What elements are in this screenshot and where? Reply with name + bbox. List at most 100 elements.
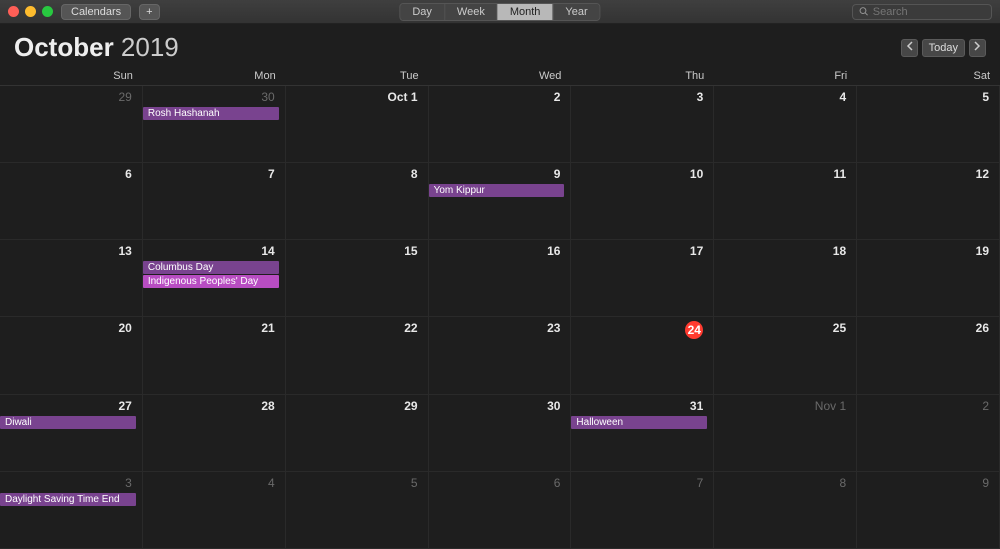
day-cell[interactable]: 25	[714, 317, 857, 394]
day-number: 17	[571, 244, 707, 258]
day-cell[interactable]: 30	[429, 395, 572, 472]
dow-thu: Thu	[571, 67, 714, 85]
day-cell[interactable]: 22	[286, 317, 429, 394]
day-number: 4	[143, 476, 279, 490]
day-cell[interactable]: 11	[714, 163, 857, 240]
calendars-button[interactable]: Calendars	[61, 4, 131, 20]
day-number: 16	[429, 244, 565, 258]
day-number: 3	[0, 476, 136, 490]
day-cell[interactable]: 30Rosh Hashanah	[143, 86, 286, 163]
view-week-button[interactable]: Week	[445, 4, 498, 20]
day-cell[interactable]: 31 Halloween	[571, 395, 714, 472]
day-cell[interactable]: 14 Columbus DayIndigenous Peoples' Day	[143, 240, 286, 317]
day-number: 9	[429, 167, 565, 181]
day-cell[interactable]: 2	[857, 395, 1000, 472]
day-cell[interactable]: 27Diwali	[0, 395, 143, 472]
day-number: 26	[857, 321, 993, 335]
day-cell[interactable]: 29	[0, 86, 143, 163]
add-event-button[interactable]: +	[139, 4, 159, 20]
calendar-event[interactable]: Diwali	[0, 416, 136, 429]
chevron-left-icon	[906, 41, 913, 51]
minimize-icon[interactable]	[25, 6, 36, 17]
day-cell[interactable]: 16	[429, 240, 572, 317]
day-cell[interactable]: 2	[429, 86, 572, 163]
day-cell[interactable]: 24	[571, 317, 714, 394]
day-number: 7	[571, 476, 707, 490]
day-cell[interactable]: 7	[571, 472, 714, 549]
day-cell[interactable]: 12	[857, 163, 1000, 240]
day-number: 14	[143, 244, 279, 258]
day-number: 6	[0, 167, 136, 181]
next-month-button[interactable]	[969, 39, 986, 57]
day-number: 4	[714, 90, 850, 104]
day-cell[interactable]: 6	[0, 163, 143, 240]
day-cell[interactable]: 3 Daylight Saving Time End	[0, 472, 143, 549]
month-nav: Today	[901, 39, 986, 57]
day-number: 8	[714, 476, 850, 490]
day-cell[interactable]: 6	[429, 472, 572, 549]
day-cell[interactable]: 18	[714, 240, 857, 317]
calendar-event[interactable]: Columbus Day	[143, 261, 279, 274]
day-number: Nov 1	[714, 399, 850, 413]
day-cell[interactable]: 4	[714, 86, 857, 163]
events-container: Columbus DayIndigenous Peoples' Day	[143, 261, 279, 288]
search-field[interactable]	[852, 4, 992, 20]
view-year-button[interactable]: Year	[553, 4, 599, 20]
day-cell[interactable]: 23	[429, 317, 572, 394]
page-title: October 2019	[14, 32, 179, 63]
day-cell[interactable]: 15	[286, 240, 429, 317]
events-container: Rosh Hashanah	[143, 107, 279, 120]
day-number: 12	[857, 167, 993, 181]
day-cell[interactable]: 10	[571, 163, 714, 240]
calendar-event[interactable]: Indigenous Peoples' Day	[143, 275, 279, 288]
day-cell[interactable]: 5	[857, 86, 1000, 163]
day-number: 29	[286, 399, 422, 413]
day-number: 6	[429, 476, 565, 490]
events-container: Diwali	[0, 416, 136, 429]
day-cell[interactable]: 19	[857, 240, 1000, 317]
chevron-right-icon	[974, 41, 981, 51]
day-cell[interactable]: Oct 1	[286, 86, 429, 163]
day-cell[interactable]: 5	[286, 472, 429, 549]
dow-mon: Mon	[143, 67, 286, 85]
calendar-event[interactable]: Halloween	[571, 416, 707, 429]
calendar-event[interactable]: Daylight Saving Time End	[0, 493, 136, 506]
calendar-event[interactable]: Rosh Hashanah	[143, 107, 279, 120]
day-cell[interactable]: 3	[571, 86, 714, 163]
today-button[interactable]: Today	[922, 39, 965, 57]
day-number: 19	[857, 244, 993, 258]
search-input[interactable]	[873, 6, 985, 18]
day-cell[interactable]: 13	[0, 240, 143, 317]
fullscreen-icon[interactable]	[42, 6, 53, 17]
day-cell[interactable]: 9	[857, 472, 1000, 549]
day-number: 25	[714, 321, 850, 335]
view-switcher: Day Week Month Year	[399, 3, 600, 21]
day-number: 28	[143, 399, 279, 413]
day-cell[interactable]: 20	[0, 317, 143, 394]
dow-sat: Sat	[857, 67, 1000, 85]
day-cell[interactable]: 9 Yom Kippur	[429, 163, 572, 240]
day-number: 29	[0, 90, 136, 104]
day-number: 31	[571, 399, 707, 413]
day-cell[interactable]: 7	[143, 163, 286, 240]
calendar-event[interactable]: Yom Kippur	[429, 184, 565, 197]
day-cell[interactable]: Nov 1	[714, 395, 857, 472]
search-icon	[859, 6, 869, 17]
day-cell[interactable]: 8	[286, 163, 429, 240]
day-cell[interactable]: 26	[857, 317, 1000, 394]
view-day-button[interactable]: Day	[400, 4, 445, 20]
dow-fri: Fri	[714, 67, 857, 85]
day-cell[interactable]: 28	[143, 395, 286, 472]
day-number: 21	[143, 321, 279, 335]
day-number: 8	[286, 167, 422, 181]
day-cell[interactable]: 29	[286, 395, 429, 472]
day-cell[interactable]: 4	[143, 472, 286, 549]
day-cell[interactable]: 21	[143, 317, 286, 394]
day-number: 24	[571, 321, 707, 339]
day-cell[interactable]: 8	[714, 472, 857, 549]
day-cell[interactable]: 17	[571, 240, 714, 317]
day-number: 9	[857, 476, 993, 490]
close-icon[interactable]	[8, 6, 19, 17]
view-month-button[interactable]: Month	[498, 4, 554, 20]
prev-month-button[interactable]	[901, 39, 918, 57]
